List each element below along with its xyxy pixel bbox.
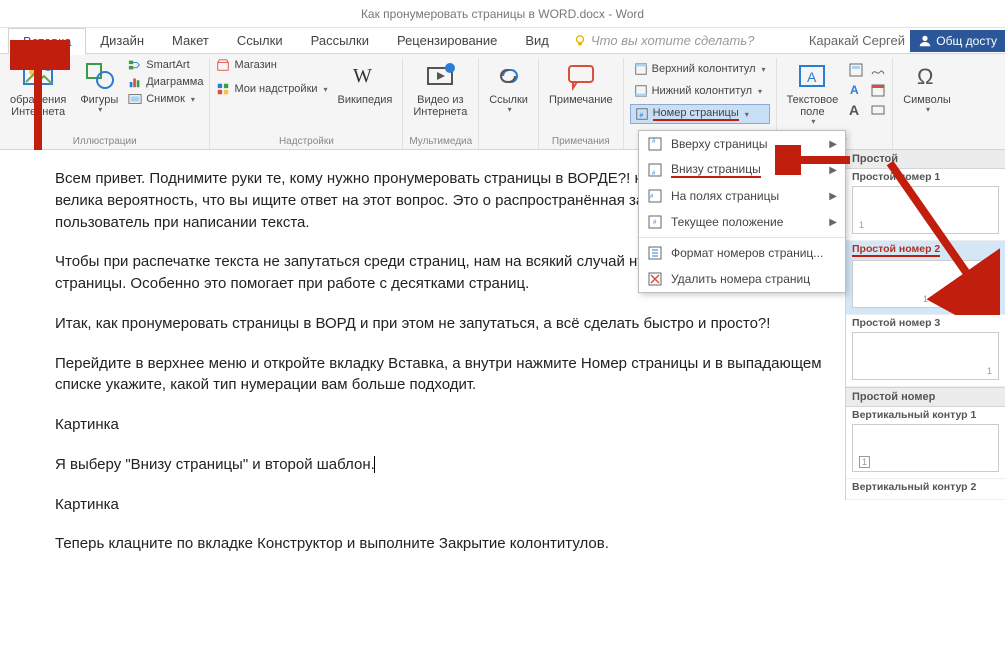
gallery-item-2[interactable]: Простой номер 2 1 [846,241,1005,315]
tab-layout[interactable]: Макет [158,28,223,53]
date-icon[interactable] [870,82,886,98]
header-button[interactable]: Верхний колонтитул▾ [630,60,770,78]
my-addins-button[interactable]: Мои надстройки▾ [216,82,327,96]
group-label-comments: Примечания [545,134,617,147]
footer-button[interactable]: Нижний колонтитул▾ [630,82,770,100]
screenshot-button[interactable]: Снимок▾ [128,92,203,106]
svg-text:A: A [807,69,817,85]
tab-view[interactable]: Вид [511,28,563,53]
text-cursor [374,456,375,473]
tell-me-search[interactable]: Что вы хотите сделать? [573,33,755,48]
gallery-item-1[interactable]: Простой номер 1 1 [846,169,1005,241]
svg-text:#: # [639,113,643,120]
gallery-header-simple: Простой [846,150,1005,169]
group-label-addins: Надстройки [216,134,396,147]
online-video-button[interactable]: Видео из Интернета [409,58,471,120]
symbols-button[interactable]: Ω Символы▾ [899,58,955,117]
svg-text:Ω: Ω [917,64,933,89]
menubar: Вставка Дизайн Макет Ссылки Рассылки Рец… [0,28,1005,54]
store-button[interactable]: Магазин [216,58,327,72]
wordart-icon[interactable]: A [848,82,864,98]
dd-remove-page-numbers[interactable]: Удалить номера страниц [639,266,845,292]
smartart-button[interactable]: SmartArt [128,58,203,72]
dd-bottom-of-page[interactable]: # Внизу страницы ▶ [639,157,845,183]
dd-page-margins[interactable]: # На полях страницы ▶ [639,183,845,209]
svg-text:#: # [653,220,657,226]
wikipedia-button[interactable]: W Википедия [334,58,397,108]
group-label-illustrations: Иллюстрации [6,134,203,147]
gallery-item-3[interactable]: Простой номер 3 1 [846,315,1005,387]
ribbon: ображения Интернета Фигуры▾ SmartArt Диа… [0,54,1005,150]
titlebar: Как пронумеровать страницы в WORD.docx -… [0,0,1005,28]
group-comments: Примечание Примечания [539,58,624,149]
group-addins: Магазин Мои надстройки▾ W Википедия Надс… [210,58,403,149]
user-name[interactable]: Каракай Сергей [809,33,905,48]
paragraph: Итак, как пронумеровать страницы в ВОРД … [55,313,825,335]
group-symbols: Ω Символы▾ [893,58,961,149]
group-label-media: Мультимедиа [409,134,472,147]
tab-design[interactable]: Дизайн [86,28,158,53]
signature-icon[interactable] [870,62,886,78]
gallery-item-v1[interactable]: Вертикальный контур 1 1 [846,407,1005,479]
page-number-gallery: Простой Простой номер 1 1 Простой номер … [845,150,1005,500]
group-illustrations: ображения Интернета Фигуры▾ SmartArt Диа… [0,58,210,149]
shapes-button[interactable]: Фигуры▾ [76,58,122,117]
gallery-item-v2[interactable]: Вертикальный контур 2 [846,479,1005,500]
comment-button[interactable]: Примечание [545,58,617,108]
svg-text:A: A [849,102,859,118]
links-button[interactable]: Ссылки▾ [485,58,532,117]
paragraph: Я выберу "Внизу страницы" и второй шабло… [55,454,825,476]
object-icon[interactable] [870,102,886,118]
gallery-header-simple-number: Простой номер [846,387,1005,407]
paragraph: Перейдите в верхнее меню и откройте вкла… [55,353,825,397]
online-pictures-button[interactable]: ображения Интернета [6,58,70,120]
quick-parts-icon[interactable] [848,62,864,78]
dd-top-of-page[interactable]: # Вверху страницы ▶ [639,131,845,157]
group-media: Видео из Интернета Мультимедиа [403,58,479,149]
group-links: Ссылки▾ [479,58,539,149]
tab-mailings[interactable]: Рассылки [297,28,383,53]
svg-text:#: # [652,139,656,145]
dropcap-icon[interactable]: A [848,102,864,118]
textbox-button[interactable]: A Текстовое поле▾ [783,58,843,129]
tab-references[interactable]: Ссылки [223,28,297,53]
tab-review[interactable]: Рецензирование [383,28,511,53]
paragraph: Картинка [55,494,825,516]
page-number-button[interactable]: # Номер страницы▾ [630,104,770,124]
chart-button[interactable]: Диаграмма [128,75,203,89]
tab-insert[interactable]: Вставка [8,28,86,55]
svg-text:A: A [850,83,859,97]
document-title: Как пронумеровать страницы в WORD.docx -… [361,7,644,21]
page-number-dropdown: # Вверху страницы ▶ # Внизу страницы ▶ #… [638,130,846,293]
svg-text:W: W [353,65,372,87]
share-button[interactable]: Общ досту [910,30,1005,52]
paragraph: Теперь клацните по вкладке Конструктор и… [55,533,825,555]
dd-format-page-numbers[interactable]: Формат номеров страниц... [639,240,845,266]
paragraph: Картинка [55,414,825,436]
dd-current-position[interactable]: # Текущее положение ▶ [639,209,845,235]
svg-text:#: # [650,194,654,200]
